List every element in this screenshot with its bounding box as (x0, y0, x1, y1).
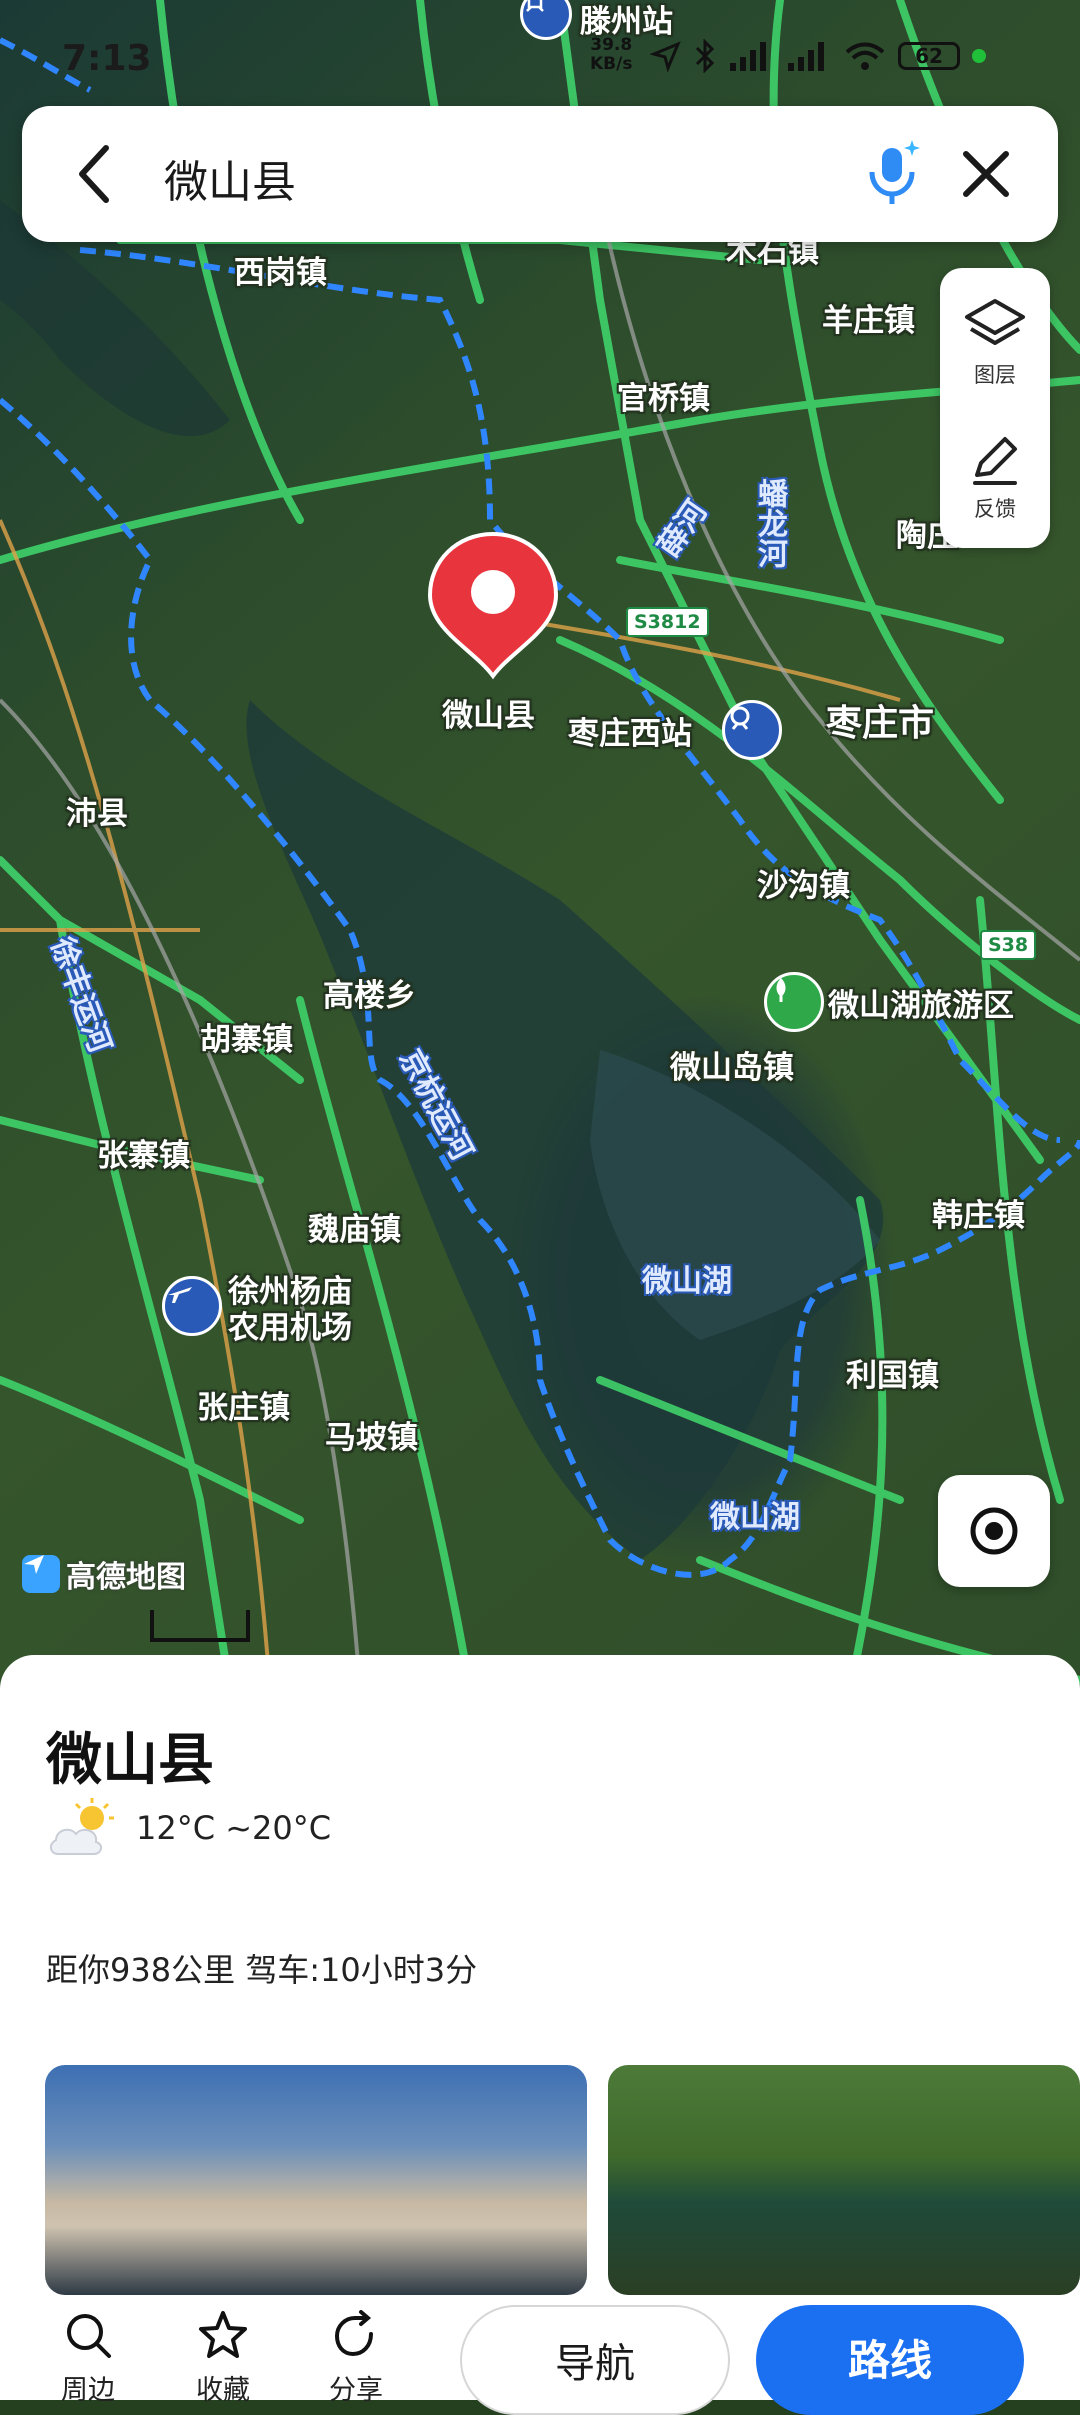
scenic-area-icon[interactable] (764, 972, 824, 1032)
map-label-peixian[interactable]: 沛县 (66, 788, 128, 833)
map-view[interactable]: 滕州站 木石镇 西岗镇 羊庄镇 官桥镇 薛河 蟠龙河 陶庄 S3812 微山县 … (0, 0, 1080, 1690)
favorite-button[interactable]: 收藏 (173, 2310, 273, 2407)
distance-info: 距你938公里 驾车:10小时3分 (46, 1951, 478, 1989)
map-label-zhangzhuang[interactable]: 张庄镇 (197, 1382, 290, 1427)
place-detail-sheet[interactable]: 微山县 12°C ~20°C 距你938公里 驾车:10小时3分 (0, 1655, 1080, 2400)
network-speed: 39.8 KB/s (590, 36, 632, 74)
status-time: 7:13 (62, 38, 152, 79)
share-icon (334, 2310, 373, 2357)
chevron-left-icon (79, 145, 109, 203)
map-scale-bar (150, 1610, 250, 1642)
map-label-lake-1[interactable]: 微山湖 (642, 1256, 732, 1300)
map-roads (0, 0, 1080, 1690)
layers-button[interactable]: 图层 (940, 278, 1050, 408)
signal-icon-2 (788, 42, 824, 71)
back-button[interactable] (62, 142, 126, 206)
map-label-liguo[interactable]: 利国镇 (846, 1350, 939, 1395)
watermark-text: 高德地图 (66, 1560, 186, 1595)
location-pin-icon[interactable] (426, 530, 560, 680)
status-icons: 62 (650, 34, 986, 78)
favorite-label: 收藏 (196, 2375, 250, 2406)
status-bar: 7:13 39.8 KB/s 62 (0, 0, 1080, 110)
map-label-lake-2[interactable]: 微山湖 (710, 1492, 800, 1536)
map-label-mapo[interactable]: 马坡镇 (325, 1412, 418, 1457)
place-title: 微山县 (46, 1728, 214, 1793)
share-button[interactable]: 分享 (306, 2310, 406, 2407)
map-label-scenic[interactable]: 微山湖旅游区 (828, 980, 1014, 1025)
search-query[interactable]: 微山县 (164, 146, 296, 210)
map-label-yangzhuang[interactable]: 羊庄镇 (822, 295, 915, 340)
privacy-dot-icon (972, 49, 986, 63)
map-label-panlonghe[interactable]: 蟠龙河 (747, 478, 791, 568)
map-label-zhangzhai[interactable]: 张寨镇 (97, 1130, 190, 1175)
locate-me-button[interactable] (938, 1475, 1050, 1587)
amap-logo-icon (22, 1555, 60, 1593)
map-label-weimiao[interactable]: 魏庙镇 (308, 1204, 401, 1249)
map-label-huzhai[interactable]: 胡寨镇 (200, 1014, 293, 1059)
nearby-button[interactable]: 周边 (38, 2310, 138, 2407)
network-speed-value: 39.8 (590, 35, 633, 55)
battery-indicator: 62 (898, 42, 960, 70)
map-label-guanqiao[interactable]: 官桥镇 (617, 373, 710, 418)
map-label-airport-line2[interactable]: 农用机场 (228, 1302, 352, 1347)
layers-icon (965, 299, 1025, 345)
wifi-icon (845, 42, 885, 70)
partly-cloudy-icon (50, 1798, 114, 1855)
edit-pencil-icon (973, 437, 1017, 485)
location-arrow-icon (650, 41, 681, 72)
close-icon (963, 151, 1009, 197)
map-label-weishandao[interactable]: 微山岛镇 (670, 1042, 794, 1087)
share-label: 分享 (329, 2375, 383, 2406)
close-button[interactable] (952, 140, 1020, 208)
route-button[interactable]: 路线 (756, 2305, 1024, 2415)
map-watermark: 高德地图 (22, 1552, 186, 1596)
train-station-icon[interactable] (722, 700, 782, 760)
weather-row: 12°C ~20°C (46, 1793, 331, 1863)
network-speed-unit: KB/s (590, 54, 633, 74)
search-bar[interactable]: 微山县 (22, 106, 1058, 242)
map-label-hanzhuang[interactable]: 韩庄镇 (932, 1190, 1025, 1235)
target-icon (970, 1507, 1018, 1555)
feedback-button[interactable]: 反馈 (940, 412, 1050, 542)
route-shield-s38: S38 (980, 930, 1037, 960)
map-tools-panel: 图层 反馈 (940, 268, 1050, 548)
map-label-zaozhuang-city[interactable]: 枣庄市 (826, 694, 934, 746)
map-label-gaolou[interactable]: 高楼乡 (323, 970, 416, 1015)
microphone-icon (869, 140, 920, 204)
map-label-shagou[interactable]: 沙沟镇 (757, 860, 850, 905)
voice-search-button[interactable] (852, 134, 932, 214)
place-photo-2[interactable] (608, 2065, 1080, 2295)
feedback-label: 反馈 (974, 497, 1016, 521)
signal-icon (730, 42, 766, 71)
place-photo-1[interactable] (45, 2065, 587, 2295)
bluetooth-icon (695, 39, 715, 73)
search-icon (67, 2314, 111, 2358)
layers-label: 图层 (974, 363, 1016, 387)
nearby-label: 周边 (61, 2375, 115, 2406)
temperature-range: 12°C ~20°C (136, 1809, 332, 1847)
navigate-button[interactable]: 导航 (460, 2305, 730, 2415)
route-shield-s3812: S3812 (626, 607, 709, 637)
map-label-pin[interactable]: 微山县 (442, 690, 535, 735)
map-label-xigang[interactable]: 西岗镇 (234, 247, 327, 292)
star-icon (199, 2311, 247, 2358)
airport-icon[interactable] (162, 1276, 222, 1336)
map-label-zaozhuang-west[interactable]: 枣庄西站 (568, 708, 692, 753)
